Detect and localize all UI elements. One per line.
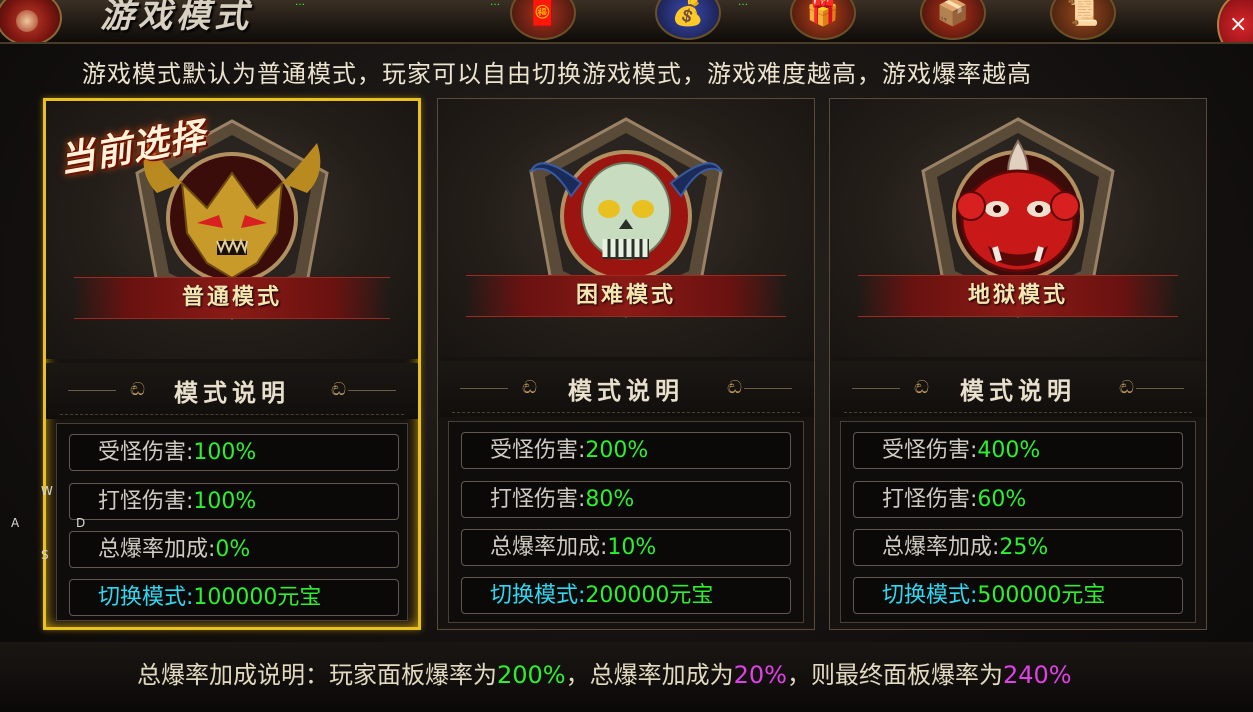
- header-tag: …: [490, 0, 500, 8]
- mode-description-header: ඬ 模式说明 ඬ: [830, 361, 1206, 417]
- mode-art: 普通模式 当前选择: [46, 101, 418, 359]
- intro-text: 游戏模式默认为普通模式，玩家可以自由切换游戏模式，游戏难度越高，游戏爆率越高: [82, 60, 1032, 88]
- mode-name: 地狱模式: [967, 283, 1068, 308]
- mode-art: 地狱模式: [830, 99, 1206, 357]
- mode-card-hard[interactable]: 困难模式 ඬ 模式说明 ඬ 受怪伤害:200% 打怪伤害:80% 总爆率加成:1…: [437, 98, 815, 630]
- key-hint-s: S: [41, 548, 49, 562]
- red-pouch-icon[interactable]: 🎁: [790, 0, 856, 40]
- stat-damage-taken: 受怪伤害:200%: [461, 432, 791, 469]
- money-bag-icon[interactable]: 💰: [655, 0, 721, 40]
- mode-art: 困难模式: [438, 99, 814, 357]
- mode-card-hell[interactable]: 地狱模式 ඬ 模式说明 ඬ 受怪伤害:400% 打怪伤害:60% 总爆率加成:2…: [829, 98, 1207, 630]
- mode-stats: 受怪伤害:200% 打怪伤害:80% 总爆率加成:10% 切换模式:200000…: [448, 421, 804, 623]
- red-box-icon[interactable]: 📦: [920, 0, 986, 40]
- mode-card-normal[interactable]: 普通模式 当前选择 ඬ 模式说明 ඬ 受怪伤害:100% 打怪伤害:100% 总…: [43, 98, 421, 630]
- stat-damage-taken: 受怪伤害:100%: [69, 434, 399, 471]
- mode-name-banner: 普通模式: [74, 277, 390, 319]
- window-title: 游戏模式: [100, 0, 252, 36]
- key-hint-w: W: [41, 484, 53, 498]
- switch-mode-button[interactable]: 切换模式:200000元宝: [461, 577, 791, 614]
- switch-mode-button[interactable]: 切换模式:500000元宝: [853, 577, 1183, 614]
- mode-description-header: ඬ 模式说明 ඬ: [46, 363, 418, 419]
- mode-name-banner: 地狱模式: [858, 275, 1178, 317]
- stat-damage-taken: 受怪伤害:400%: [853, 432, 1183, 469]
- stat-drop-bonus: 总爆率加成:25%: [853, 529, 1183, 566]
- drop-rate-explanation: 总爆率加成说明：玩家面板爆率为200%，总爆率加成为20%，则最终面板爆率为24…: [137, 661, 1072, 689]
- mode-stats: 受怪伤害:400% 打怪伤害:60% 总爆率加成:25% 切换模式:500000…: [840, 421, 1196, 623]
- mode-name: 普通模式: [181, 285, 282, 310]
- window-header: 游戏模式 … … … 🧧 💰 🎁 📦 📜 ×: [0, 0, 1253, 44]
- ornament-icon: ඬ: [727, 377, 742, 398]
- stat-damage-dealt: 打怪伤害:80%: [461, 481, 791, 518]
- mode-name-banner: 困难模式: [466, 275, 786, 317]
- mode-name: 困难模式: [575, 283, 676, 308]
- close-button[interactable]: ×: [1217, 0, 1253, 42]
- stat-drop-bonus: 总爆率加成:10%: [461, 529, 791, 566]
- header-tag: …: [738, 0, 748, 8]
- dashed-divider: [844, 412, 1192, 413]
- key-hint-d: D: [76, 516, 86, 530]
- ornament-icon: ඬ: [331, 379, 346, 400]
- mode-stats: 受怪伤害:100% 打怪伤害:100% 总爆率加成:0% 切换模式:100000…: [56, 423, 408, 621]
- dashed-divider: [452, 412, 800, 413]
- stat-damage-dealt: 打怪伤害:60%: [853, 481, 1183, 518]
- divider: [744, 388, 792, 389]
- stat-drop-bonus: 总爆率加成:0%: [69, 531, 399, 568]
- divider: [1136, 388, 1184, 389]
- mode-description-header: ඬ 模式说明 ඬ: [438, 361, 814, 417]
- stat-damage-dealt: 打怪伤害:100%: [69, 483, 399, 520]
- scroll-icon[interactable]: 📜: [1050, 0, 1116, 40]
- game-mode-window: 游戏模式 … … … 🧧 💰 🎁 📦 📜 × 游戏模式默认为普通模式，玩家可以自…: [0, 0, 1253, 712]
- header-tag: …: [295, 0, 305, 8]
- ornament-icon: ඬ: [1119, 377, 1134, 398]
- lucky-bag-icon[interactable]: 🧧: [510, 0, 576, 40]
- key-hint-a: A: [11, 516, 20, 530]
- switch-mode-button[interactable]: 切换模式:100000元宝: [69, 579, 399, 616]
- dashed-divider: [60, 414, 404, 415]
- game-logo-icon: [0, 0, 62, 42]
- footer: 总爆率加成说明：玩家面板爆率为200%，总爆率加成为20%，则最终面板爆率为24…: [0, 642, 1253, 712]
- divider: [348, 390, 396, 391]
